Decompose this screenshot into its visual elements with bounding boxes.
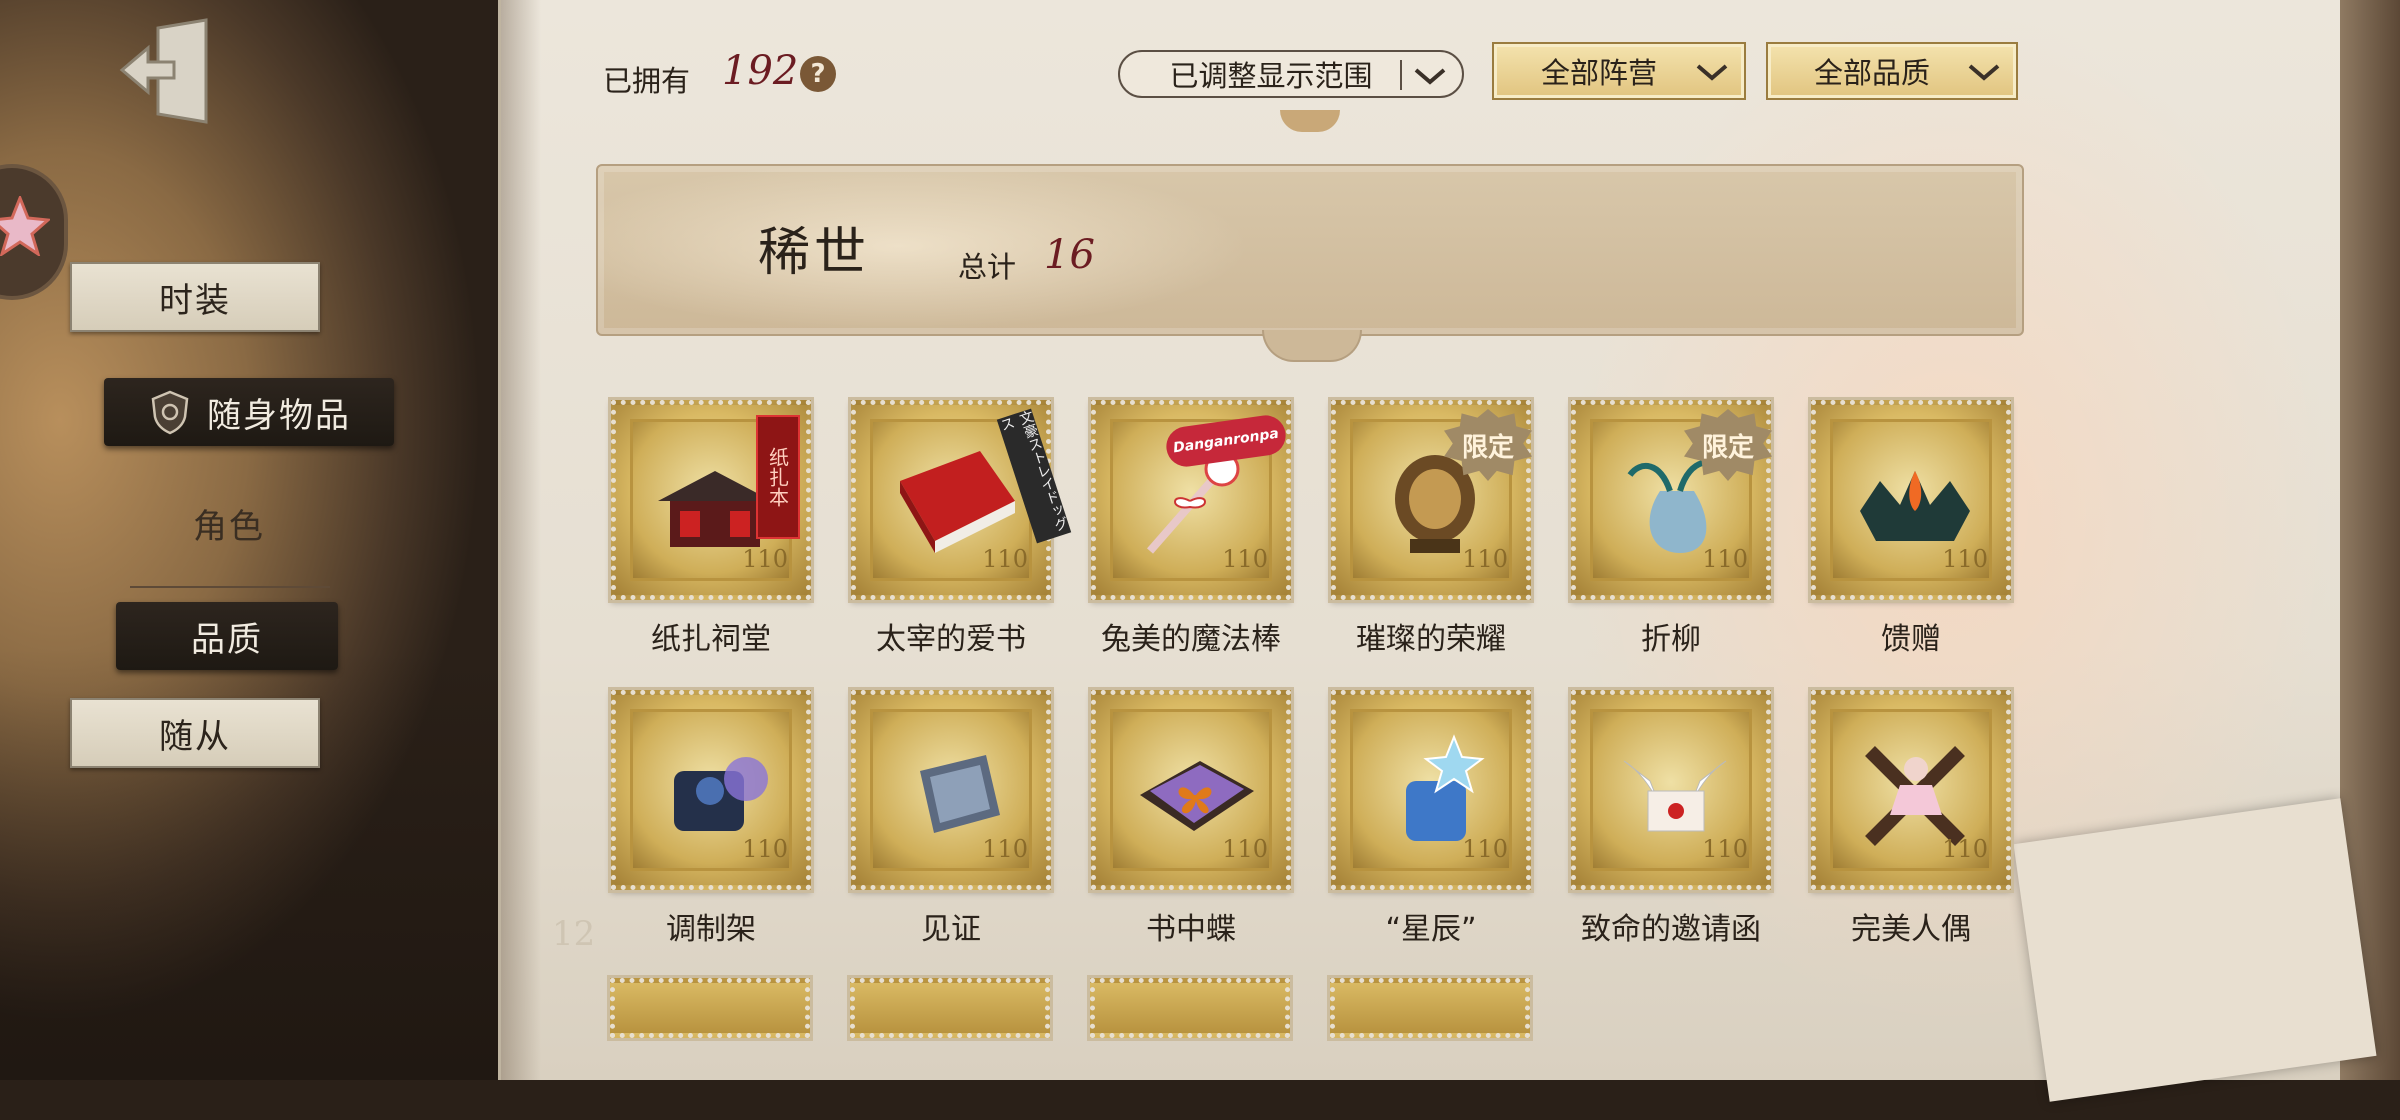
item-value: 110 — [1702, 835, 1748, 863]
item-stamp: 文豪ストレイドッグス 110 — [848, 397, 1072, 603]
item-value: 110 — [982, 545, 1028, 573]
star-icon — [0, 196, 50, 256]
dropdown-label: 全部品质 — [1813, 56, 1930, 90]
sidebar-item-accessories[interactable]: 随身物品 — [104, 378, 394, 446]
owned-label: 已拥有 — [603, 64, 691, 98]
item-stamp: 110 — [1088, 687, 1294, 893]
item-name: 折柳 — [1641, 622, 1701, 657]
exit-button[interactable] — [118, 18, 218, 124]
item-name: 馈赠 — [1881, 622, 1941, 657]
dropdown-label: 已调整显示范围 — [1169, 59, 1373, 93]
item-name: 致命的邀请函 — [1581, 912, 1761, 947]
item-card[interactable]: 110 书中蝶 — [1086, 687, 1296, 948]
sidebar-item-character[interactable]: 角色 — [104, 490, 354, 556]
sidebar-divider — [130, 586, 330, 588]
item-card[interactable]: 纸扎本 110 纸扎祠堂 — [606, 397, 816, 658]
item-value: 110 — [742, 835, 788, 863]
item-card-partial[interactable] — [607, 975, 813, 1041]
item-stamp: Danganronpa 110 — [1088, 397, 1294, 603]
chevron-down-icon — [1696, 64, 1728, 81]
item-tag: 纸扎本 — [756, 415, 800, 539]
exit-door-icon — [119, 18, 208, 124]
item-stamp: 限定 110 — [1328, 397, 1534, 603]
sidebar-item-quality[interactable]: 品质 — [116, 602, 338, 670]
owned-count: 192 — [722, 48, 799, 94]
sidebar-item-label: 时装 — [159, 280, 231, 321]
item-stamp: 110 — [1808, 687, 2014, 893]
item-stamp: 110 — [1568, 687, 1774, 893]
butterfly-book-icon — [1140, 761, 1254, 831]
item-card[interactable]: 110 调制架 — [606, 687, 816, 948]
star-jar-icon — [1406, 734, 1485, 841]
item-card-partial[interactable] — [1087, 975, 1293, 1041]
crown-flame-icon — [1860, 471, 1970, 541]
item-stamp: 110 — [848, 687, 1054, 893]
mixing-rack-icon — [674, 757, 768, 831]
quality-filter-dropdown[interactable]: 全部品质 — [1766, 42, 2018, 100]
item-stamp: 限定 110 — [1568, 397, 1774, 603]
item-name: 纸扎祠堂 — [651, 622, 771, 657]
item-name: “星辰” — [1385, 912, 1477, 947]
item-value: 110 — [1702, 545, 1748, 573]
item-name: 兔美的魔法棒 — [1101, 622, 1281, 657]
item-card[interactable]: 110 “星辰” — [1326, 687, 1536, 948]
item-stamp: 110 — [1808, 397, 2014, 603]
item-card[interactable]: 限定 110 璀璨的荣耀 — [1326, 397, 1536, 658]
sidebar-item-label: 角色 — [193, 506, 265, 547]
item-name: 调制架 — [666, 912, 756, 947]
help-icon[interactable]: ? — [800, 56, 836, 92]
category-title: 稀世 — [758, 223, 871, 283]
item-card[interactable]: 文豪ストレイドッグス 110 太宰的爱书 — [846, 397, 1072, 658]
dropdown-label: 全部阵营 — [1540, 56, 1657, 90]
item-card[interactable]: 限定 110 折柳 — [1566, 397, 1776, 658]
item-value: 110 — [982, 835, 1028, 863]
item-name: 书中蝶 — [1146, 912, 1236, 947]
sidebar-item-fashion[interactable]: 时装 — [70, 262, 320, 332]
item-card-partial[interactable] — [1327, 975, 1533, 1041]
item-stamp: 纸扎本 110 — [608, 397, 814, 603]
sidebar-item-follower[interactable]: 随从 — [70, 698, 320, 768]
doll-icon — [1865, 746, 1965, 846]
category-total: 16 — [1044, 232, 1095, 278]
item-value: 110 — [1462, 835, 1508, 863]
chevron-down-icon — [1968, 64, 2000, 81]
sidebar-item-label: 随身物品 — [207, 395, 351, 436]
item-name: 璀璨的荣耀 — [1356, 622, 1506, 657]
book-icon — [900, 451, 1015, 553]
item-value: 110 — [1942, 545, 1988, 573]
sidebar-item-label: 品质 — [191, 619, 263, 660]
item-name: 见证 — [921, 912, 981, 947]
winged-letter-icon — [1623, 760, 1727, 832]
sidebar-item-label: 随从 — [159, 716, 231, 757]
category-total-label: 总计 — [958, 250, 1017, 284]
shield-icon — [151, 390, 189, 435]
item-card[interactable]: 110 致命的邀请函 — [1566, 687, 1776, 948]
dropdown-separator — [1400, 60, 1402, 90]
item-card[interactable]: Danganronpa 110 兔美的魔法棒 — [1086, 397, 1296, 658]
item-value: 110 — [1942, 835, 1988, 863]
item-card[interactable]: 110 馈赠 — [1806, 397, 2016, 658]
item-name: 完美人偶 — [1851, 912, 1971, 947]
item-card[interactable]: 110 见证 — [846, 687, 1056, 948]
category-banner: 稀世 总计 16 — [596, 164, 2024, 336]
display-range-dropdown[interactable]: 已调整显示范围 — [1118, 50, 1464, 98]
item-value: 110 — [1222, 545, 1268, 573]
item-stamp: 110 — [1328, 687, 1534, 893]
chevron-down-icon — [1414, 68, 1446, 85]
item-card-partial[interactable] — [847, 975, 1053, 1041]
background-page-number: 12 — [552, 914, 596, 954]
item-value: 110 — [742, 545, 788, 573]
camp-filter-dropdown[interactable]: 全部阵营 — [1492, 42, 1746, 100]
item-value: 110 — [1222, 835, 1268, 863]
item-stamp: 110 — [608, 687, 814, 893]
item-value: 110 — [1462, 545, 1508, 573]
witness-tag-icon — [920, 755, 1000, 833]
item-name: 太宰的爱书 — [876, 622, 1026, 657]
background-paper-card — [2013, 798, 2377, 1102]
item-card[interactable]: 110 完美人偶 — [1806, 687, 2016, 948]
